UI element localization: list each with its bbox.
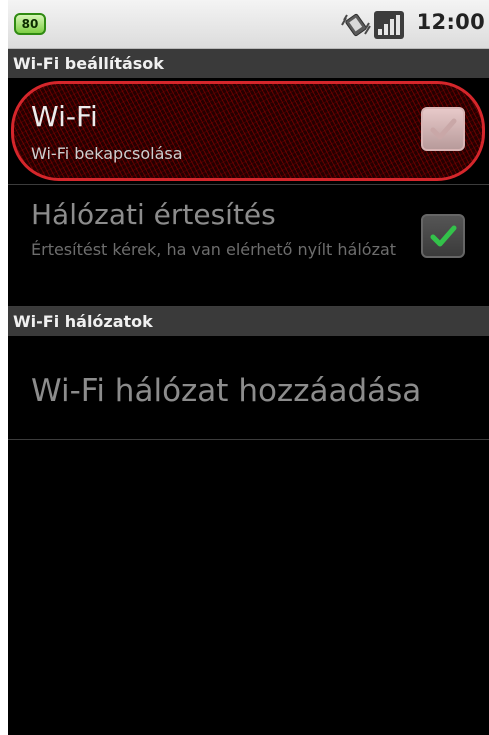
status-bar: 80 12:00 [8, 0, 489, 49]
network-notification-checkbox[interactable] [421, 214, 465, 258]
add-wifi-network-row[interactable]: Wi-Fi hálózat hozzáadása [8, 336, 489, 440]
signal-icon [374, 11, 404, 43]
section-header-wifi-settings: Wi-Fi beállítások [8, 49, 489, 78]
wifi-checkbox[interactable] [421, 107, 465, 151]
wifi-toggle-row[interactable]: Wi-Fi Wi-Fi bekapcsolása [8, 78, 489, 185]
vibrate-icon [341, 12, 371, 42]
phone-screen: 80 12:00 Wi-Fi beállítások Wi-Fi Wi-Fi b… [8, 0, 489, 735]
network-notification-title: Hálózati értesítés [31, 198, 276, 231]
wifi-subtitle: Wi-Fi bekapcsolása [31, 144, 183, 163]
wifi-title: Wi-Fi [31, 100, 98, 133]
section-header-wifi-networks: Wi-Fi hálózatok [8, 307, 489, 336]
add-wifi-network-label: Wi-Fi hálózat hozzáadása [31, 373, 422, 409]
clock: 12:00 [416, 10, 485, 34]
network-notification-subtitle: Értesítést kérek, ha van elérhető nyílt … [31, 240, 397, 259]
checkmark-icon [430, 118, 457, 140]
battery-indicator: 80 [14, 13, 46, 35]
checkmark-icon [430, 225, 457, 247]
network-notification-row[interactable]: Hálózati értesítés Értesítést kérek, ha … [8, 185, 489, 307]
